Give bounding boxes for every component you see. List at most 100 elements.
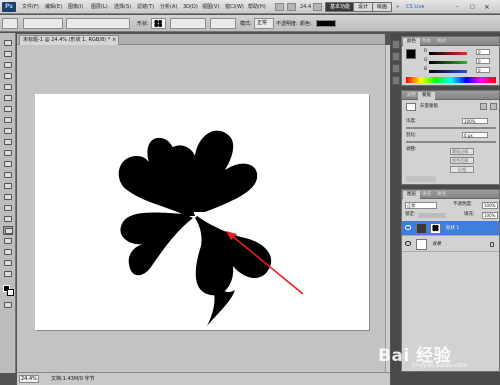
shape-label: 形状: [137,21,149,27]
minibridge-icon[interactable] [287,3,296,11]
vertical-scrollbar[interactable] [385,45,390,372]
background-layer-thumbnail[interactable] [416,239,427,250]
custom-shape-picker[interactable] [151,18,166,29]
feather-value[interactable]: 0 px [462,132,488,138]
close-icon[interactable]: × [484,3,490,11]
layer-name-background[interactable]: 背景 [432,242,441,248]
path-operation-buttons[interactable] [170,18,206,29]
fill-value[interactable]: 100% [482,212,498,219]
channel-g-value[interactable]: 0 [476,58,490,64]
document-tab[interactable]: 未标题-1 @ 24.4% (形状 1, RGB/8) * × [19,35,120,45]
color-panel-foreground-swatch[interactable] [406,49,416,59]
color-range-button[interactable]: 颜色范围... [450,157,474,164]
density-slider[interactable] [406,127,496,129]
info-panel-icon[interactable] [392,64,400,73]
shape-layer-mode-buttons[interactable] [23,18,63,29]
vector-mask-button[interactable] [490,103,497,110]
channel-g-slider[interactable] [429,61,467,64]
arrange-documents-icon[interactable] [313,3,322,11]
menu-window[interactable]: 窗口(W) [225,3,244,11]
pixel-mask-button[interactable] [480,103,487,110]
custom-shape-tool-icon[interactable] [3,226,13,235]
lock-label: 锁定: [405,212,416,217]
menu-analysis[interactable]: 分析(A) [160,3,177,11]
menu-view[interactable]: 视图(V) [202,3,219,11]
crop-tool-icon[interactable] [3,83,13,92]
status-zoom-field[interactable]: 24.4% [19,375,39,383]
density-value[interactable]: 100% [462,118,488,124]
masks-footer-icons[interactable] [406,176,436,182]
character-panel-icon[interactable] [392,76,400,85]
menu-help[interactable]: 帮助(H) [248,3,266,11]
workspace-painting-button[interactable]: 绘画 [372,2,393,12]
channel-r-value[interactable]: 0 [476,49,490,55]
minimize-icon[interactable]: – [456,3,459,11]
tool-preset-picker[interactable] [2,18,18,29]
zoom-level-menu[interactable]: 24.4 [300,3,311,11]
workspace-design-button[interactable]: 设计 [353,2,374,12]
layer-row-shape[interactable]: 形状 1 [402,221,499,236]
3d-orbit-tool-icon[interactable] [3,248,13,257]
clone-stamp-tool-icon[interactable] [3,127,13,136]
layers-panel-tabs: 图层 通道 路径 [402,190,499,199]
tab-styles[interactable]: 样式 [433,38,450,46]
mask-edge-button[interactable]: 蒙版边缘... [450,148,474,155]
color-ramp[interactable] [406,77,496,83]
menu-image[interactable]: 图像(I) [68,3,83,11]
marquee-tool-icon[interactable] [3,50,13,59]
gradient-tool-icon[interactable] [3,160,13,169]
type-tool-icon[interactable] [3,204,13,213]
layer-fill-thumbnail[interactable] [416,223,427,234]
menu-file[interactable]: 文件(F) [22,3,39,11]
invert-button[interactable]: 反相 [450,166,474,173]
visibility-eye-icon[interactable] [405,241,411,246]
layer-vector-mask-thumbnail[interactable] [430,223,441,234]
lasso-tool-icon[interactable] [3,61,13,70]
pen-tool-icon[interactable] [3,193,13,202]
actions-panel-icon[interactable] [392,52,400,61]
tab-masks[interactable]: 蒙版 [418,92,435,100]
dodge-tool-icon[interactable] [3,182,13,191]
restore-icon[interactable]: □ [470,3,475,11]
channel-b-value[interactable]: 0 [476,67,490,73]
color-swatch[interactable] [316,20,336,27]
style-picker[interactable] [210,18,236,29]
layer-name-shape[interactable]: 形状 1 [446,226,459,232]
layer-row-background[interactable]: 背景 [402,237,499,252]
lock-icons[interactable] [418,213,446,218]
menu-select[interactable]: 选择(S) [114,3,131,11]
move-tool-icon[interactable] [3,39,13,48]
menu-layer[interactable]: 图层(L) [91,3,108,11]
layer-opacity-value[interactable]: 100% [482,202,498,209]
quick-select-tool-icon[interactable] [3,72,13,81]
eraser-tool-icon[interactable] [3,149,13,158]
channel-b-slider[interactable] [429,70,467,73]
feather-slider[interactable] [406,141,496,143]
menu-filter[interactable]: 滤镜(T) [137,3,154,11]
bridge-icon[interactable] [275,3,284,11]
quick-mask-icon[interactable] [3,301,13,310]
history-panel-icon[interactable] [392,40,400,49]
menu-edit[interactable]: 编辑(E) [45,3,62,11]
cslive-button[interactable]: CS Live [406,3,424,11]
document-close-icon[interactable]: × [112,36,116,45]
brush-tool-icon[interactable] [3,116,13,125]
blur-tool-icon[interactable] [3,171,13,180]
3d-rotate-tool-icon[interactable] [3,237,13,246]
hand-tool-icon[interactable] [3,259,13,268]
workspace-essentials-button[interactable]: 基本功能 [325,2,356,12]
shape-tool-buttons[interactable] [66,18,130,29]
background-color-swatch[interactable] [7,289,14,296]
eyedropper-tool-icon[interactable] [3,94,13,103]
menu-3d[interactable]: 3D(D) [183,3,198,11]
zoom-tool-icon[interactable] [3,270,13,279]
channel-r-slider[interactable] [429,52,467,55]
blend-mode-select[interactable]: 正常 [405,202,437,209]
tab-paths[interactable]: 路径 [433,191,450,199]
path-selection-tool-icon[interactable] [3,215,13,224]
healing-brush-tool-icon[interactable] [3,105,13,114]
mode-select[interactable]: 正常 [254,18,274,29]
history-brush-tool-icon[interactable] [3,138,13,147]
workspace-more-icon[interactable]: » [396,3,399,11]
visibility-eye-icon[interactable] [405,225,411,230]
